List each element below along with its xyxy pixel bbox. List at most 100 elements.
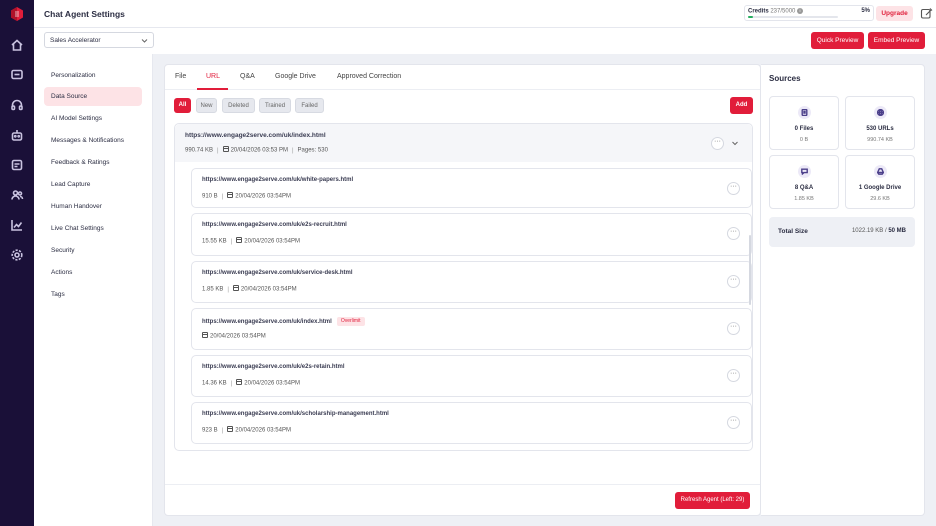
- refresh-agent-button[interactable]: Refresh Agent (Left: 29): [675, 492, 750, 509]
- row-size: 910 B: [202, 193, 218, 200]
- analytics-icon[interactable]: [10, 218, 24, 232]
- chat-icon: [798, 165, 811, 178]
- tab-url[interactable]: URL: [206, 73, 220, 80]
- nav-item-feedback-ratings[interactable]: Feedback & Ratings: [44, 153, 142, 172]
- more-options-icon[interactable]: ···: [727, 416, 740, 429]
- edit-icon[interactable]: [920, 7, 933, 20]
- inbox-icon[interactable]: [10, 158, 24, 172]
- row-date: 20/04/2026 03:54PM: [244, 238, 300, 245]
- more-options-icon[interactable]: ···: [727, 275, 740, 288]
- chevron-down-icon[interactable]: [731, 139, 739, 147]
- more-options-icon[interactable]: ···: [727, 369, 740, 382]
- nav-item-messages-notifications[interactable]: Messages & Notifications: [44, 131, 142, 150]
- credits-progress-bar: [748, 16, 838, 18]
- source-label: 8 Q&A: [794, 185, 814, 191]
- url-group-header[interactable]: https://www.engage2serve.com/uk/index.ht…: [175, 124, 752, 162]
- row-url: https://www.engage2serve.com/uk/scholars…: [202, 411, 389, 417]
- group-pages: Pages: 530: [297, 147, 328, 154]
- url-row[interactable]: https://www.engage2serve.com/uk/e2s-reta…: [191, 355, 752, 397]
- active-tab-indicator: [197, 88, 228, 90]
- total-size-label: Total Size: [778, 228, 808, 235]
- calendar-icon: [222, 146, 229, 152]
- messages-icon[interactable]: [10, 68, 24, 82]
- app-logo[interactable]: [9, 6, 25, 22]
- nav-item-tags[interactable]: Tags: [44, 285, 142, 304]
- more-options-icon[interactable]: ···: [727, 227, 740, 240]
- url-row[interactable]: https://www.engage2serve.com/uk/e2s-recr…: [191, 213, 752, 256]
- chevron-down-icon: [141, 39, 148, 43]
- nav-item-human-handover[interactable]: Human Handover: [44, 197, 142, 216]
- url-row[interactable]: https://www.engage2serve.com/uk/scholars…: [191, 402, 752, 444]
- filter-all[interactable]: All: [174, 98, 191, 113]
- tab-approved-correction[interactable]: Approved Correction: [337, 73, 401, 80]
- credits-meter: Credits 237/5000 i 5%: [744, 5, 874, 21]
- nav-item-security[interactable]: Security: [44, 241, 142, 260]
- credits-label: Credits: [748, 8, 769, 15]
- source-size: 0 B: [799, 137, 809, 143]
- more-options-icon[interactable]: ···: [711, 137, 724, 150]
- scrollbar[interactable]: [749, 235, 751, 305]
- data-source-panel: File URL Q&A Google Drive Approved Corre…: [164, 64, 761, 516]
- bot-icon[interactable]: [10, 128, 24, 142]
- tab-file[interactable]: File: [175, 73, 186, 80]
- calendar-icon: [236, 379, 243, 385]
- embed-preview-button[interactable]: Embed Preview: [868, 32, 925, 49]
- home-icon[interactable]: [10, 38, 24, 52]
- tab-qa[interactable]: Q&A: [240, 73, 255, 80]
- total-size-limit: 50 MB: [888, 228, 906, 234]
- settings-icon[interactable]: [10, 248, 24, 262]
- filter-new[interactable]: New: [196, 98, 217, 113]
- row-date: 20/04/2026 03:54PM: [210, 333, 266, 340]
- total-size: Total Size 1022.19 KB / 50 MB: [769, 217, 915, 247]
- upgrade-button[interactable]: Upgrade: [876, 6, 913, 21]
- url-row[interactable]: https://www.engage2serve.com/uk/service-…: [191, 261, 752, 303]
- calendar-icon: [227, 192, 234, 198]
- source-label: 1 Google Drive: [858, 185, 902, 191]
- source-card-google-drive[interactable]: 1 Google Drive 29.6 KB: [845, 155, 915, 209]
- source-size: 1.85 KB: [794, 196, 814, 202]
- source-label: 0 Files: [794, 126, 814, 132]
- row-date: 20/04/2026 03:54PM: [235, 193, 291, 200]
- nav-item-ai-model-settings[interactable]: AI Model Settings: [44, 109, 142, 128]
- row-size: 923 B: [202, 427, 218, 434]
- tab-google-drive[interactable]: Google Drive: [275, 73, 316, 80]
- info-icon[interactable]: i: [797, 8, 804, 14]
- page-title: Chat Agent Settings: [44, 9, 125, 19]
- row-date: 20/04/2026 03:54PM: [235, 427, 291, 434]
- nav-item-live-chat-settings[interactable]: Live Chat Settings: [44, 219, 142, 238]
- filter-deleted[interactable]: Deleted: [222, 98, 255, 113]
- calendar-icon: [227, 426, 234, 432]
- url-row[interactable]: https://www.engage2serve.com/uk/index.ht…: [191, 308, 752, 350]
- source-card-urls[interactable]: 530 URLs 990.74 KB: [845, 96, 915, 150]
- source-card-files[interactable]: 0 Files 0 B: [769, 96, 839, 150]
- sub-header: Sales Accelerator Quick Preview Embed Pr…: [34, 28, 936, 54]
- nav-item-actions[interactable]: Actions: [44, 263, 142, 282]
- credits-count: 237/5000: [770, 8, 796, 15]
- agent-select[interactable]: Sales Accelerator: [44, 32, 154, 48]
- headset-icon[interactable]: [10, 98, 24, 112]
- sources-panel: Sources 0 Files 0 B 530 URLs 990.74 KB 8…: [761, 64, 925, 516]
- source-size: 990.74 KB: [867, 137, 893, 143]
- filter-failed[interactable]: Failed: [295, 98, 324, 113]
- row-url: https://www.engage2serve.com/uk/white-pa…: [202, 177, 354, 183]
- calendar-icon: [202, 332, 208, 338]
- source-card-qa[interactable]: 8 Q&A 1.85 KB: [769, 155, 839, 209]
- row-date: 20/04/2026 03:54PM: [244, 380, 300, 387]
- users-icon[interactable]: [10, 188, 24, 202]
- calendar-icon: [232, 285, 239, 291]
- nav-item-personalization[interactable]: Personalization: [44, 66, 142, 85]
- row-url: https://www.engage2serve.com/uk/e2s-recr…: [202, 222, 347, 228]
- row-size: 14.36 KB: [202, 380, 227, 387]
- drive-icon: [874, 165, 887, 178]
- url-row[interactable]: https://www.engage2serve.com/uk/white-pa…: [191, 168, 752, 208]
- more-options-icon[interactable]: ···: [727, 322, 740, 335]
- more-options-icon[interactable]: ···: [727, 182, 740, 195]
- nav-item-lead-capture[interactable]: Lead Capture: [44, 175, 142, 194]
- overlimit-badge: Overlimit: [336, 317, 365, 326]
- quick-preview-button[interactable]: Quick Preview: [811, 32, 864, 49]
- add-button[interactable]: Add: [730, 97, 753, 114]
- group-size: 990.74 KB: [185, 147, 214, 154]
- nav-item-data-source[interactable]: Data Source: [44, 87, 142, 106]
- filter-trained[interactable]: Trained: [259, 98, 291, 113]
- sources-title: Sources: [769, 74, 801, 83]
